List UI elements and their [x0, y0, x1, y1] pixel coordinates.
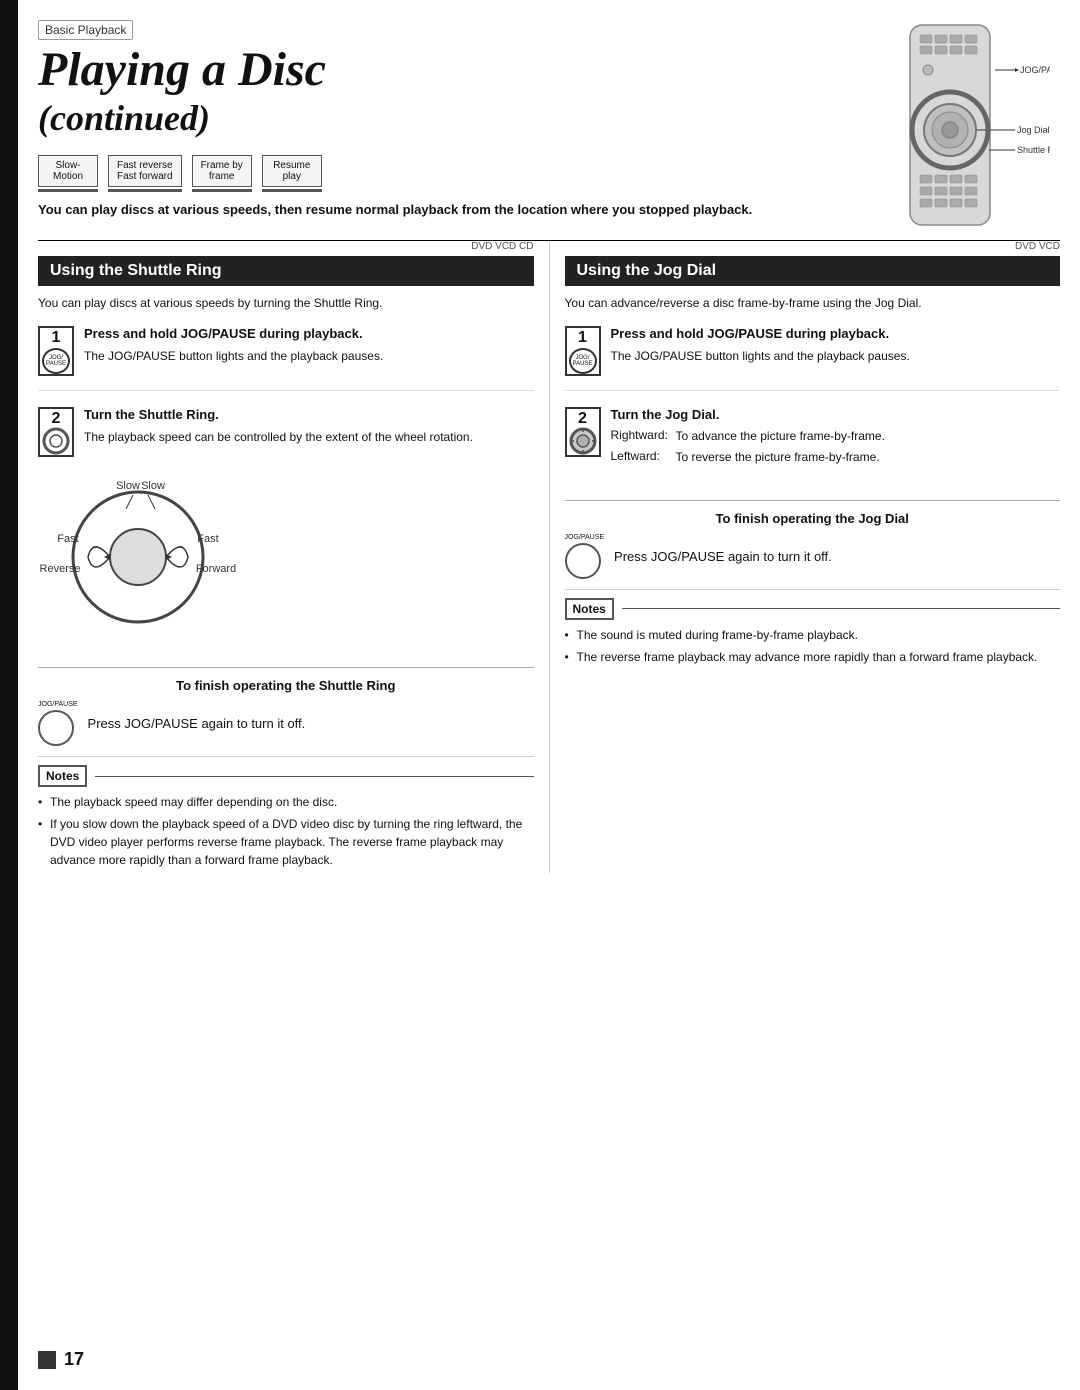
shuttle-dvd-label: DVD VCD CD — [38, 241, 534, 252]
jog-dvd-label: DVD VCD — [565, 241, 1061, 252]
svg-text:Fast: Fast — [197, 533, 218, 545]
shuttle-notes-list: The playback speed may differ depending … — [38, 793, 534, 869]
leftward-label: Leftward: — [611, 449, 676, 466]
intro-text: You can play discs at various speeds, th… — [38, 202, 830, 217]
svg-text:Reverse: Reverse — [40, 563, 81, 575]
jog-step2: 2 Turn the Jog Dial. — [565, 407, 1061, 484]
left-bar — [0, 0, 18, 1390]
rightward-label: Rightward: — [611, 428, 676, 445]
jog-notes: Notes The sound is muted during frame-by… — [565, 589, 1061, 666]
jog-note-1: The sound is muted during frame-by-frame… — [565, 626, 1061, 644]
header-row: Basic Playback Playing a Disc (continued… — [38, 20, 1060, 240]
page-number: 17 — [38, 1349, 84, 1370]
svg-text:Forward: Forward — [196, 563, 236, 575]
jog-step1-content: Press and hold JOG/PAUSE during playback… — [611, 326, 1061, 365]
buttons-row: Slow-Motion Fast reverseFast forward Fra… — [38, 155, 830, 192]
svg-text:Slow: Slow — [116, 480, 140, 492]
shuttle-step1-number: 1 JOG/PAUSE — [38, 326, 74, 376]
jog-step1: 1 JOG/PAUSE Press and hold JOG/PAUSE dur… — [565, 326, 1061, 391]
main-title: Playing a Disc — [38, 44, 830, 97]
btn-resume: Resumeplay — [262, 155, 322, 192]
shuttle-note-2: If you slow down the playback speed of a… — [38, 815, 534, 869]
breadcrumb: Basic Playback — [38, 20, 133, 40]
btn-frame: Frame byframe — [192, 155, 252, 192]
jog-step1-title: Press and hold JOG/PAUSE during playback… — [611, 326, 1061, 341]
jog-dial-info: Rightward: To advance the picture frame-… — [611, 428, 1061, 466]
rightward-desc: To advance the picture frame-by-frame. — [676, 428, 1061, 445]
svg-text:Slow: Slow — [141, 480, 165, 492]
jog-section-desc: You can advance/reverse a disc frame-by-… — [565, 294, 1061, 312]
shuttle-step1-content: Press and hold JOG/PAUSE during playback… — [84, 326, 534, 365]
jog-step1-number: 1 JOG/PAUSE — [565, 326, 601, 376]
shuttle-step1-title: Press and hold JOG/PAUSE during playback… — [84, 326, 534, 341]
jog-notes-list: The sound is muted during frame-by-frame… — [565, 626, 1061, 666]
leftward-desc: To reverse the picture frame-by-frame. — [676, 449, 1061, 466]
btn-slow-motion: Slow-Motion — [38, 155, 98, 192]
jog-pause-icon-1: JOG/PAUSE — [42, 348, 70, 374]
shuttle-section-header: Using the Shuttle Ring — [38, 256, 534, 286]
jog-finish-title: To finish operating the Jog Dial — [565, 511, 1061, 526]
shuttle-finish-icon — [38, 710, 74, 746]
header-left: Basic Playback Playing a Disc (continued… — [38, 20, 830, 225]
svg-text:Jog Dial: Jog Dial — [1017, 125, 1050, 135]
jog-finish-icon — [565, 543, 601, 579]
jog-step2-number: 2 — [565, 407, 601, 457]
page-container: Basic Playback Playing a Disc (continued… — [0, 0, 1080, 1390]
jog-notes-header: Notes — [565, 598, 614, 620]
jog-step1-text: The JOG/PAUSE button lights and the play… — [611, 347, 1061, 365]
jog-dial-section: DVD VCD Using the Jog Dial You can advan… — [550, 241, 1061, 873]
jog-pause-icon-2: JOG/PAUSE — [569, 348, 597, 374]
shuttle-notes: Notes The playback speed may differ depe… — [38, 756, 534, 869]
shuttle-step1: 1 JOG/PAUSE Press and hold JOG/PAUSE dur… — [38, 326, 534, 391]
btn-fast: Fast reverseFast forward — [108, 155, 182, 192]
shuttle-step2-number: 2 — [38, 407, 74, 457]
shuttle-notes-header: Notes — [38, 765, 87, 787]
svg-text:Fast: Fast — [57, 533, 78, 545]
shuttle-finish: To finish operating the Shuttle Ring JOG… — [38, 667, 534, 746]
shuttle-step2-text: The playback speed can be controlled by … — [84, 428, 473, 446]
shuttle-finish-text: Press JOG/PAUSE again to turn it off. — [88, 716, 306, 731]
jog-note-2: The reverse frame playback may advance m… — [565, 648, 1061, 666]
shuttle-diagram-svg: Slow Slow Fast Fast Reverse Forward — [38, 467, 238, 637]
svg-text:JOG/PAUSE: JOG/PAUSE — [1020, 65, 1050, 75]
two-column-section: DVD VCD CD Using the Shuttle Ring You ca… — [38, 240, 1060, 873]
shuttle-ring-icon — [42, 427, 70, 455]
remote-svg: JOG/PAUSE Jog Dial Shuttle Ring — [850, 20, 1050, 240]
shuttle-finish-title: To finish operating the Shuttle Ring — [38, 678, 534, 693]
shuttle-step1-text: The JOG/PAUSE button lights and the play… — [84, 347, 534, 365]
jog-step2-title: Turn the Jog Dial. — [611, 407, 1061, 422]
shuttle-ring-section: DVD VCD CD Using the Shuttle Ring You ca… — [38, 241, 550, 873]
shuttle-note-1: The playback speed may differ depending … — [38, 793, 534, 811]
sub-title: (continued) — [38, 97, 830, 139]
main-content: Basic Playback Playing a Disc (continued… — [18, 0, 1080, 1390]
shuttle-section-desc: You can play discs at various speeds by … — [38, 294, 534, 312]
shuttle-step2-title: Turn the Shuttle Ring. — [84, 407, 473, 422]
shuttle-step2: 2 Turn the Shuttle Ring. The playback sp… — [38, 407, 534, 651]
jog-dial-icon — [569, 427, 597, 455]
svg-text:Shuttle Ring: Shuttle Ring — [1017, 145, 1050, 155]
jog-finish-text: Press JOG/PAUSE again to turn it off. — [614, 549, 832, 564]
jog-section-header: Using the Jog Dial — [565, 256, 1061, 286]
remote-illustration: JOG/PAUSE Jog Dial Shuttle Ring — [840, 20, 1060, 240]
jog-finish: To finish operating the Jog Dial JOG/PAU… — [565, 500, 1061, 579]
